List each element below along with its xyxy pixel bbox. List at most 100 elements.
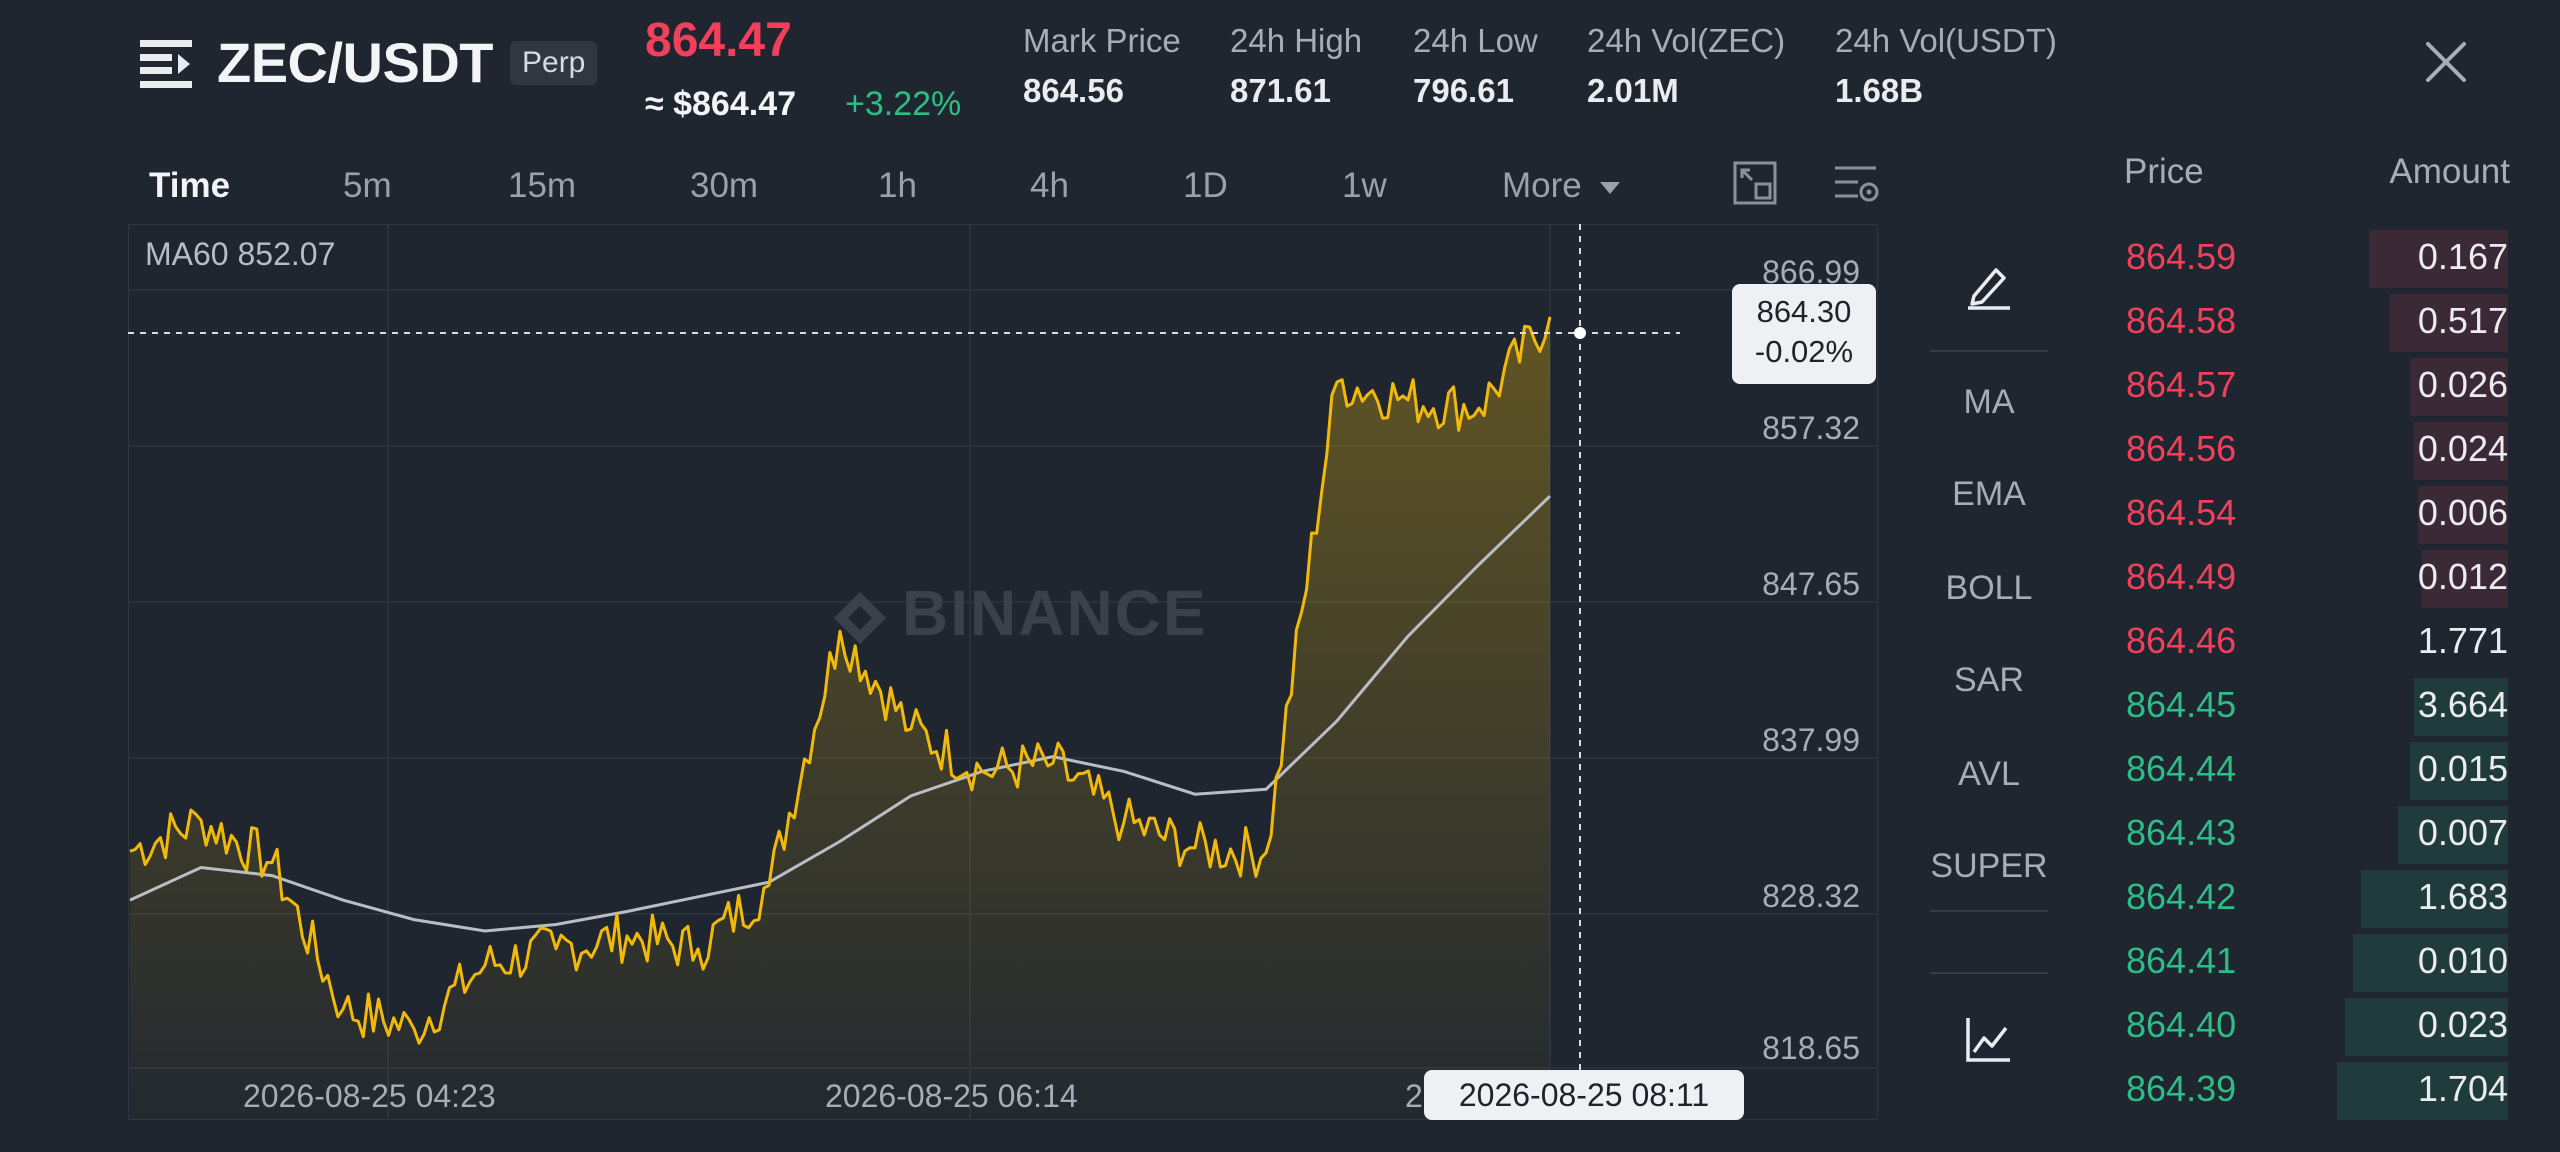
watermark-text: BINANCE xyxy=(902,577,1208,649)
orderbook-amount: 0.024 xyxy=(2417,428,2508,469)
indicator-ma[interactable]: MA xyxy=(1930,380,2048,424)
orderbook-price: 864.44 xyxy=(2126,748,2237,789)
orderbook-amount: 1.683 xyxy=(2417,876,2508,917)
tab-more-label: More xyxy=(1502,166,1582,205)
time-tick: 2 xyxy=(1405,1078,1423,1114)
orderbook-price: 864.46 xyxy=(2126,620,2237,661)
orderbook-amount: 1.771 xyxy=(2417,620,2508,661)
price-chart[interactable] xyxy=(128,224,1878,1120)
orderbook-amount: 0.167 xyxy=(2417,236,2508,277)
pencil-icon[interactable] xyxy=(1966,262,2012,310)
vol-zec-value: 2.01M xyxy=(1587,72,1679,109)
orderbook-price: 864.59 xyxy=(2126,236,2237,277)
orderbook-amount: 0.007 xyxy=(2417,812,2508,853)
ask-row[interactable]: 864.59 0.167 xyxy=(2100,226,2508,288)
orderbook-amount: 0.006 xyxy=(2417,492,2508,533)
bid-row[interactable]: 864.43 0.007 xyxy=(2100,802,2508,864)
tab-time[interactable]: Time xyxy=(149,164,230,208)
low-24h-label: 24h Low xyxy=(1413,22,1538,59)
orderbook-price: 864.56 xyxy=(2126,428,2237,469)
expand-icon[interactable] xyxy=(1732,160,1778,206)
low-24h-value: 796.61 xyxy=(1413,72,1514,109)
bid-row[interactable]: 864.41 0.010 xyxy=(2100,930,2508,992)
orderbook-price: 864.49 xyxy=(2126,556,2237,597)
indicator-avl[interactable]: AVL xyxy=(1930,752,2048,796)
bid-row[interactable]: 864.42 1.683 xyxy=(2100,866,2508,928)
tab-5m[interactable]: 5m xyxy=(343,164,392,208)
price-tick: 818.65 xyxy=(1762,1030,1860,1066)
tab-more[interactable]: More xyxy=(1502,164,1621,208)
pair-title[interactable]: ZEC/USDT xyxy=(217,30,494,96)
orderbook-amount: 0.010 xyxy=(2417,940,2508,981)
orderbook-amount-header: Amount xyxy=(2389,152,2510,191)
crosshair-point xyxy=(1574,327,1586,339)
crosshair-price-label: 864.30 -0.02% xyxy=(1732,284,1876,384)
close-icon[interactable] xyxy=(2424,40,2468,84)
indicator-divider xyxy=(1930,910,2048,912)
orderbook-amount: 0.023 xyxy=(2417,1004,2508,1045)
ask-row[interactable]: 864.46 1.771 xyxy=(2100,610,2508,672)
chart-settings-icon[interactable] xyxy=(1832,162,1882,206)
time-tick: 2026-08-25 06:14 xyxy=(825,1078,1078,1114)
caret-down-icon xyxy=(1600,181,1621,194)
vol-usdt-label: 24h Vol(USDT) xyxy=(1835,22,2057,59)
orderbook-amount: 0.012 xyxy=(2417,556,2508,597)
time-tick: 2026-08-25 04:23 xyxy=(243,1078,496,1114)
orderbook-amount: 0.026 xyxy=(2417,364,2508,405)
last-price: 864.47 xyxy=(645,14,792,67)
orderbook-amount: 0.015 xyxy=(2417,748,2508,789)
vol-usdt-value: 1.68B xyxy=(1835,72,1924,109)
vol-zec-label: 24h Vol(ZEC) xyxy=(1587,22,1786,59)
bid-row[interactable]: 864.40 0.023 xyxy=(2100,994,2508,1056)
chart-icon[interactable] xyxy=(1964,1014,2014,1064)
indicator-ema[interactable]: EMA xyxy=(1930,472,2048,516)
usd-price: ≈ $864.47 xyxy=(645,85,797,123)
crosshair-date-label: 2026-08-25 08:11 xyxy=(1424,1070,1744,1120)
bid-row[interactable]: 864.44 0.015 xyxy=(2100,738,2508,800)
orderbook-amount: 3.664 xyxy=(2417,684,2508,725)
mark-price-value: 864.56 xyxy=(1023,72,1124,109)
price-tick: 847.65 xyxy=(1762,566,1860,602)
tab-15m[interactable]: 15m xyxy=(508,164,576,208)
high-24h-value: 871.61 xyxy=(1230,72,1331,109)
ask-row[interactable]: 864.58 0.517 xyxy=(2100,290,2508,352)
ask-row[interactable]: 864.57 0.026 xyxy=(2100,354,2508,416)
tab-1w[interactable]: 1w xyxy=(1342,164,1387,208)
price-tick: 828.32 xyxy=(1762,878,1860,914)
binance-watermark: BINANCE xyxy=(830,578,1208,648)
indicator-super[interactable]: SUPER xyxy=(1930,844,2048,888)
tab-30m[interactable]: 30m xyxy=(690,164,758,208)
bid-row[interactable]: 864.39 1.704 xyxy=(2100,1058,2508,1120)
indicator-boll[interactable]: BOLL xyxy=(1930,566,2048,610)
price-tick: 837.99 xyxy=(1762,722,1860,758)
orderbook-price: 864.45 xyxy=(2126,684,2237,725)
orderbook-price: 864.43 xyxy=(2126,812,2237,853)
indicator-divider xyxy=(1930,972,2048,974)
orderbook-price: 864.58 xyxy=(2126,300,2237,341)
ask-row[interactable]: 864.56 0.024 xyxy=(2100,418,2508,480)
crosshair-price: 864.30 xyxy=(1756,294,1852,329)
contract-type-badge: Perp xyxy=(510,41,598,85)
price-tick: 857.32 xyxy=(1762,410,1860,446)
orderbook-price: 864.57 xyxy=(2126,364,2237,405)
tab-1h[interactable]: 1h xyxy=(878,164,917,208)
ask-row[interactable]: 864.54 0.006 xyxy=(2100,482,2508,544)
binance-logo-icon xyxy=(834,592,886,645)
orderbook-price: 864.39 xyxy=(2126,1068,2237,1109)
price-area-fill xyxy=(130,316,1550,1120)
indicator-divider xyxy=(1930,350,2048,352)
orderbook-price: 864.54 xyxy=(2126,492,2237,533)
ma-indicator-label: MA60 852.07 xyxy=(145,236,336,272)
mark-price-label: Mark Price xyxy=(1023,22,1181,59)
indicator-sar[interactable]: SAR xyxy=(1930,658,2048,702)
tab-1d[interactable]: 1D xyxy=(1183,164,1228,208)
price-change-percent: +3.22% xyxy=(845,85,962,123)
ask-row[interactable]: 864.49 0.012 xyxy=(2100,546,2508,608)
tab-4h[interactable]: 4h xyxy=(1030,164,1069,208)
crosshair-change: -0.02% xyxy=(1754,334,1854,369)
menu-icon[interactable] xyxy=(140,38,194,90)
bid-row[interactable]: 864.45 3.664 xyxy=(2100,674,2508,736)
orderbook-amount: 0.517 xyxy=(2417,300,2508,341)
high-24h-label: 24h High xyxy=(1230,22,1363,59)
orderbook-price: 864.41 xyxy=(2126,940,2237,981)
